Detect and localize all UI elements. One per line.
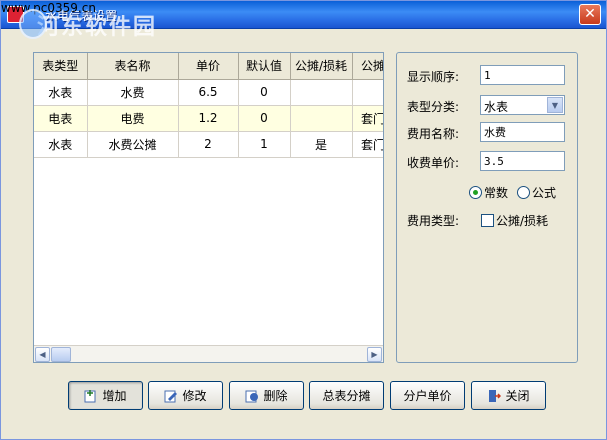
add-button-label: 增加 xyxy=(102,389,127,403)
scroll-thumb[interactable] xyxy=(51,347,71,362)
radio-formula-label: 公式 xyxy=(532,186,557,200)
column-header-meter-type[interactable]: 表类型 xyxy=(34,53,88,80)
delete-icon xyxy=(245,390,259,402)
meter-table: 表类型 表名称 单价 默认值 公摊/损耗 公摊 水表 水费 6.5 0 电表 电… xyxy=(34,53,383,158)
column-header-default-value[interactable]: 默认值 xyxy=(238,53,291,80)
category-select[interactable]: 水表 ▼ xyxy=(480,95,565,115)
meter-grid[interactable]: 表类型 表名称 单价 默认值 公摊/损耗 公摊 水表 水费 6.5 0 电表 电… xyxy=(33,52,384,363)
column-header-allocation-loss[interactable]: 公摊/损耗 xyxy=(290,53,353,80)
cell[interactable]: 是 xyxy=(290,131,353,158)
radio-formula[interactable]: 公式 xyxy=(517,184,556,201)
cell[interactable]: 套门 xyxy=(352,131,383,158)
close-window-button[interactable]: ✕ xyxy=(579,4,601,25)
add-icon xyxy=(84,389,96,402)
cell[interactable]: 水表 xyxy=(34,79,88,106)
cell[interactable]: 水费 xyxy=(87,79,179,106)
detail-form: 显示顺序: 表型分类: 水表 ▼ 费用名称: 收费单价: 常数 公式 xyxy=(396,52,578,363)
unit-price-label: 分户单价 xyxy=(403,389,452,403)
unit-price-button[interactable]: 分户单价 xyxy=(390,381,465,410)
cell[interactable] xyxy=(290,79,353,106)
name-label: 费用名称: xyxy=(407,127,460,141)
table-row[interactable]: 水表 水费公摊 2 1 是 套门 xyxy=(34,131,383,158)
add-button[interactable]: 增加 xyxy=(68,381,143,410)
cell[interactable]: 1 xyxy=(238,131,291,158)
delete-button-label: 删除 xyxy=(263,389,288,403)
allocation-checkbox-label: 公摊/损耗 xyxy=(496,214,549,228)
exit-door-icon xyxy=(489,389,502,402)
cell[interactable] xyxy=(352,79,383,106)
price-label: 收费单价: xyxy=(407,156,460,170)
watermark-logo-icon xyxy=(19,9,47,39)
cell[interactable]: 0 xyxy=(238,105,291,132)
checkbox-icon xyxy=(481,214,494,227)
edit-button-label: 修改 xyxy=(182,389,207,403)
radio-unchecked-icon xyxy=(517,186,530,199)
edit-icon xyxy=(164,390,178,402)
chevron-down-icon[interactable]: ▼ xyxy=(547,97,563,113)
settings-window: 水电气表设置 河东软件园 ✕ www.pc0359.cn 表类型 表名称 单价 … xyxy=(0,0,607,440)
delete-button[interactable]: 删除 xyxy=(229,381,304,410)
scroll-right-icon[interactable]: ▶ xyxy=(367,347,382,362)
cell[interactable] xyxy=(290,105,353,132)
table-row-selected[interactable]: 电表 电费 1.2 0 套门 xyxy=(34,105,383,132)
type-label: 费用类型: xyxy=(407,214,460,228)
cell[interactable]: 水表 xyxy=(34,131,88,158)
cell[interactable]: 2 xyxy=(178,131,239,158)
allocation-checkbox[interactable]: 公摊/损耗 xyxy=(481,212,548,229)
category-label: 表型分类: xyxy=(407,100,460,114)
fee-name-input[interactable] xyxy=(480,122,565,142)
cell[interactable]: 0 xyxy=(238,79,291,106)
cell[interactable]: 套门 xyxy=(352,105,383,132)
radio-constant[interactable]: 常数 xyxy=(469,184,508,201)
table-row[interactable]: 水表 水费 6.5 0 xyxy=(34,79,383,106)
edit-button[interactable]: 修改 xyxy=(148,381,223,410)
radio-constant-label: 常数 xyxy=(484,186,509,200)
table-header-row: 表类型 表名称 单价 默认值 公摊/损耗 公摊 xyxy=(34,53,383,80)
column-header-allocation[interactable]: 公摊 xyxy=(352,53,383,80)
close-button-label: 关闭 xyxy=(505,389,530,403)
cell[interactable]: 电费 xyxy=(87,105,179,132)
radio-checked-icon xyxy=(469,186,482,199)
cell[interactable]: 6.5 xyxy=(178,79,239,106)
order-input[interactable] xyxy=(480,65,565,85)
order-label: 显示顺序: xyxy=(407,70,460,84)
category-value: 水表 xyxy=(484,100,509,114)
horizontal-scrollbar[interactable]: ◀ ▶ xyxy=(34,345,383,362)
column-header-unit-price[interactable]: 单价 xyxy=(178,53,239,80)
scroll-left-icon[interactable]: ◀ xyxy=(35,347,50,362)
cell[interactable]: 水费公摊 xyxy=(87,131,179,158)
watermark-url: www.pc0359.cn xyxy=(1,1,96,15)
column-header-meter-name[interactable]: 表名称 xyxy=(87,53,179,80)
cell[interactable]: 电表 xyxy=(34,105,88,132)
master-allocation-button[interactable]: 总表分摊 xyxy=(309,381,384,410)
cell[interactable]: 1.2 xyxy=(178,105,239,132)
price-input[interactable] xyxy=(480,151,565,171)
master-allocation-label: 总表分摊 xyxy=(322,389,371,403)
close-button[interactable]: 关闭 xyxy=(471,381,546,410)
